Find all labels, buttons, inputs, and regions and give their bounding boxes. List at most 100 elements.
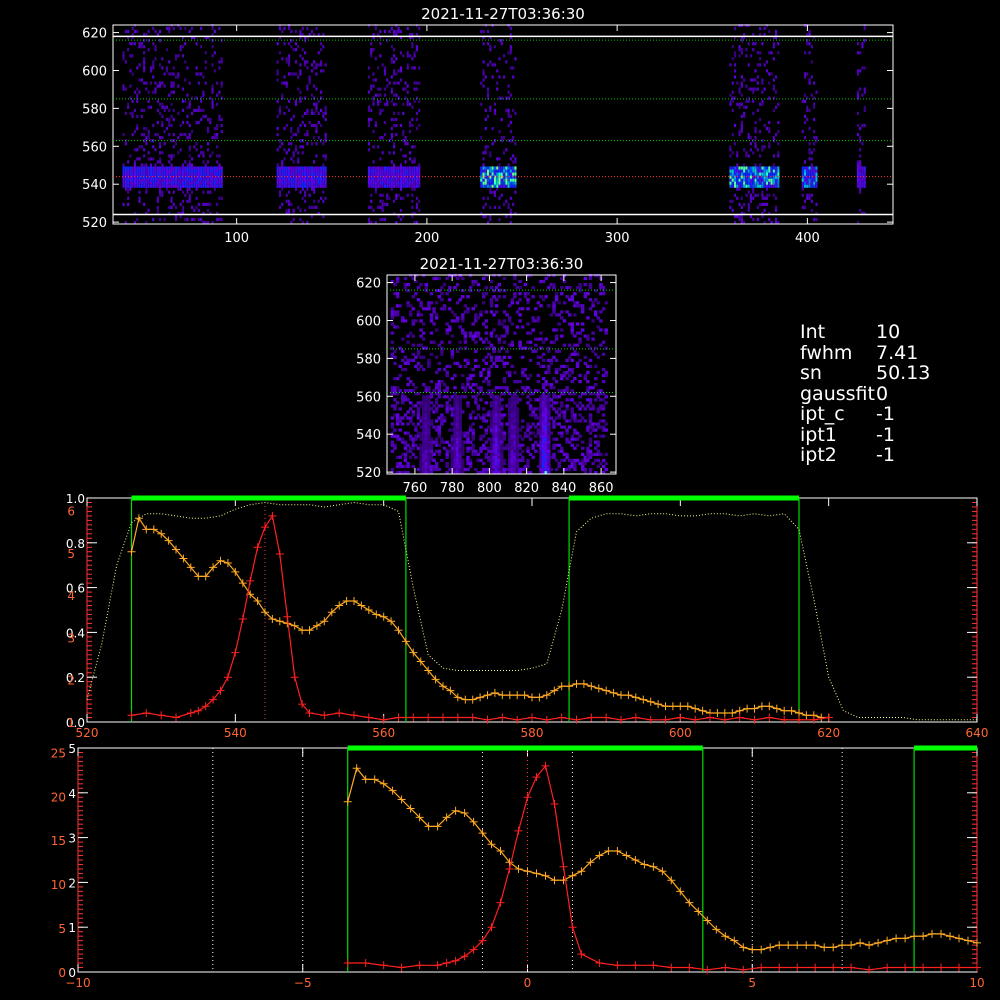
heatmap-pixel <box>409 157 412 161</box>
heatmap-pixel <box>772 84 775 88</box>
heatmap-pixel <box>209 172 212 176</box>
heatmap-pixel <box>568 440 572 444</box>
heatmap-pixel <box>514 190 517 194</box>
data-point <box>713 709 722 717</box>
data-point <box>505 691 514 700</box>
heatmap-pixel <box>734 166 737 170</box>
data-point <box>528 713 536 722</box>
heatmap-pixel <box>159 193 162 197</box>
heatmap-pixel <box>768 130 771 134</box>
data-point <box>483 691 492 700</box>
heatmap-pixel <box>461 383 465 387</box>
heatmap-pixel <box>159 84 162 88</box>
heatmap-pixel <box>406 377 410 381</box>
heatmap-pixel <box>172 66 175 70</box>
heatmap-pixel <box>763 63 766 67</box>
heatmap-pixel <box>772 45 775 49</box>
heatmap-pixel <box>547 413 551 417</box>
heatmap-pixel <box>770 181 773 185</box>
heatmap-pixel <box>544 389 548 393</box>
heatmap-pixel <box>395 310 400 314</box>
heatmap-pixel <box>562 413 567 417</box>
heatmap-pixel <box>172 202 175 206</box>
heatmap-pixel <box>552 419 556 423</box>
heatmap-pixel <box>415 172 418 176</box>
heatmap-pixel <box>411 334 415 338</box>
heatmap-pixel <box>752 181 755 185</box>
heatmap-pixel <box>283 172 286 176</box>
heatmap-pixel <box>815 178 818 182</box>
heatmap-pixel <box>500 358 504 362</box>
data-point <box>646 715 655 724</box>
heatmap-pixel <box>197 175 200 179</box>
heatmap-pixel <box>498 130 501 134</box>
heatmap-pixel <box>565 389 569 393</box>
heatmap-pixel <box>738 166 741 170</box>
heatmap-pixel <box>133 166 136 170</box>
heatmap-pixel <box>754 142 757 146</box>
heatmap-pixel <box>583 419 587 423</box>
heatmap-pixel <box>476 364 481 368</box>
heatmap-pixel <box>202 178 205 182</box>
heatmap-pixel <box>497 337 501 341</box>
heatmap-pixel <box>581 304 585 308</box>
heatmap-pixel <box>294 148 297 152</box>
heatmap-pixel <box>813 169 816 173</box>
heatmap-pixel <box>374 120 377 125</box>
heatmap-pixel <box>440 437 444 441</box>
heatmap-pixel <box>500 117 503 122</box>
heatmap-pixel <box>482 380 486 384</box>
heatmap-pixel <box>484 428 488 432</box>
heatmap-pixel <box>161 136 164 140</box>
heatmap-pixel <box>496 81 499 85</box>
heatmap-pixel <box>402 178 405 182</box>
data-point <box>820 943 829 952</box>
heatmap-pixel <box>455 316 460 320</box>
heatmap-pixel <box>554 380 559 384</box>
heatmap-pixel <box>560 292 564 296</box>
heatmap-pixel <box>502 434 507 438</box>
heatmap-pixel <box>493 111 496 115</box>
heatmap-pixel <box>306 111 309 115</box>
heatmap-pixel <box>515 455 520 459</box>
heatmap-pixel <box>429 446 434 450</box>
heatmap-pixel <box>276 78 279 82</box>
heatmap-pixel <box>161 105 164 109</box>
heatmap-pixel <box>772 172 775 176</box>
heatmap-pixel <box>413 54 416 58</box>
heatmap-pixel <box>143 108 146 112</box>
heatmap-pixel <box>170 157 173 161</box>
heatmap-pixel <box>404 181 407 185</box>
heatmap-pixel <box>518 398 522 402</box>
x-tick-label: 840 <box>551 481 576 496</box>
heatmap-pixel <box>165 117 168 122</box>
heatmap-pixel <box>168 190 171 194</box>
heatmap-pixel <box>761 90 764 94</box>
heatmap-pixel <box>379 42 382 46</box>
heatmap-pixel <box>804 136 807 140</box>
heatmap-pixel <box>599 310 603 314</box>
heatmap-pixel <box>804 114 807 118</box>
heatmap-pixel <box>484 148 487 152</box>
heatmap-pixel <box>591 319 595 323</box>
heatmap-pixel <box>320 123 323 128</box>
heatmap-pixel <box>163 84 166 88</box>
heatmap-pixel <box>403 319 408 323</box>
heatmap-pixel <box>749 54 752 58</box>
heatmap-pixel <box>484 151 487 155</box>
heatmap-pixel <box>406 383 410 387</box>
data-point <box>342 597 351 605</box>
heatmap-pixel <box>458 422 462 426</box>
heatmap-pixel <box>200 166 203 170</box>
heatmap-pixel <box>493 169 496 173</box>
heatmap-pixel <box>283 42 286 46</box>
heatmap-pixel <box>390 425 395 429</box>
data-point <box>691 715 700 724</box>
heatmap-pixel <box>390 45 393 49</box>
heatmap-pixel <box>211 90 214 94</box>
heatmap-pixel <box>218 166 221 170</box>
heatmap-pixel <box>435 370 439 375</box>
heatmap-pixel <box>749 78 752 82</box>
heatmap-pixel <box>283 178 286 182</box>
data-point <box>542 715 551 724</box>
